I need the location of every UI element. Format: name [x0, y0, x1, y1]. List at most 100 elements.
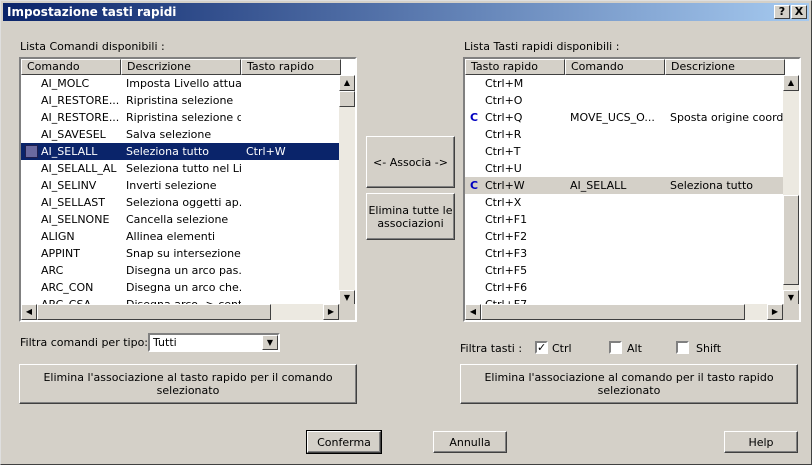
confirm-label: Conferma	[317, 435, 371, 449]
table-row[interactable]: ALIGN Allinea elementi	[21, 228, 339, 245]
cell-cmd: ARC_CON	[41, 281, 94, 294]
scroll-thumb[interactable]	[339, 91, 355, 107]
cancel-button[interactable]: Annulla	[433, 431, 507, 453]
remove-all-associations-label: Elimina tutte le associazioni	[368, 203, 453, 230]
table-row[interactable]: Ctrl+F5	[465, 262, 783, 279]
commands-vertical-scrollbar[interactable]: ▲ ▼	[339, 75, 355, 306]
shift-checkbox[interactable]	[676, 341, 689, 354]
cell-key: Ctrl+F3	[485, 247, 528, 260]
cell-key	[241, 160, 339, 177]
cell-cmd: AI_SAVESEL	[41, 128, 106, 141]
remove-shortcut-for-command-button[interactable]: Elimina l'associazione al tasto rapido p…	[19, 364, 357, 404]
filter-type-value: Tutti	[153, 336, 177, 349]
table-row[interactable]: Ctrl+F6	[465, 279, 783, 296]
table-row[interactable]: AI_SELALL Seleziona tutto Ctrl+W	[21, 143, 339, 160]
table-row[interactable]: ARC Disegna un arco pas...	[21, 262, 339, 279]
scroll-up-icon[interactable]: ▲	[783, 75, 799, 91]
cell-desc: Allinea elementi	[126, 230, 216, 243]
remove-command-for-shortcut-button[interactable]: Elimina l'associazione al comando per il…	[460, 364, 798, 404]
cell-cmd: APPINT	[41, 247, 80, 260]
table-row[interactable]: Ctrl+F3	[465, 245, 783, 262]
cell-desc: Inverti selezione	[126, 179, 217, 192]
confirm-button[interactable]: Conferma	[306, 430, 382, 454]
shift-checkbox-label: Shift	[696, 342, 722, 355]
scroll-up-icon[interactable]: ▲	[339, 75, 355, 91]
alt-checkbox[interactable]	[609, 341, 622, 354]
cell-key: Ctrl+F2	[485, 230, 528, 243]
table-row[interactable]: C Ctrl+Q MOVE_UCS_O... Sposta origine coord…	[465, 109, 783, 126]
filter-type-select[interactable]: Tutti ▼	[148, 333, 280, 352]
table-row[interactable]: C Ctrl+W AI_SELALL Seleziona tutto	[465, 177, 783, 194]
commands-horizontal-scrollbar[interactable]: ◀ ▶	[21, 304, 339, 320]
cell-desc	[665, 92, 783, 109]
cell-desc: Seleziona tutto	[670, 179, 753, 192]
close-icon[interactable]: X	[791, 5, 807, 19]
table-row[interactable]: Ctrl+U	[465, 160, 783, 177]
cell-cmd	[565, 279, 665, 296]
cell-desc	[665, 245, 783, 262]
help-button[interactable]: Help	[724, 431, 798, 453]
cell-cmd	[565, 143, 665, 160]
scroll-thumb[interactable]	[37, 304, 271, 320]
table-row[interactable]: ARC_CON Disegna un arco che...	[21, 279, 339, 296]
cell-desc	[665, 194, 783, 211]
column-header-descrizione[interactable]: Descrizione	[121, 59, 241, 75]
chevron-down-icon[interactable]: ▼	[262, 335, 278, 350]
table-row[interactable]: Ctrl+R	[465, 126, 783, 143]
table-row[interactable]: AI_SAVESEL Salva selezione	[21, 126, 339, 143]
cancel-label: Annulla	[449, 435, 491, 449]
cell-cmd	[565, 194, 665, 211]
table-row[interactable]: AI_RESTORE... Ripristina selezione	[21, 92, 339, 109]
table-row[interactable]: Ctrl+O	[465, 92, 783, 109]
remove-command-for-shortcut-label: Elimina l'associazione al comando per il…	[484, 371, 774, 397]
column-header-tasto-rapido[interactable]: Tasto rapido	[241, 59, 341, 75]
table-row[interactable]: AI_SELLAST Seleziona oggetti ap...	[21, 194, 339, 211]
cell-cmd	[565, 160, 665, 177]
column-header-tasto-rapido[interactable]: Tasto rapido	[465, 59, 565, 75]
table-row[interactable]: AI_SELALL_AL Seleziona tutto nel Li...	[21, 160, 339, 177]
ctrl-checkbox[interactable]: ✓	[535, 341, 548, 354]
cell-key	[241, 279, 339, 296]
command-icon	[25, 145, 38, 158]
commands-list-header: Comando Descrizione Tasto rapido	[21, 59, 341, 75]
commands-list[interactable]: Comando Descrizione Tasto rapido AI_MOLC…	[19, 57, 357, 322]
cell-cmd: AI_MOLC	[41, 77, 90, 90]
cell-desc	[665, 143, 783, 160]
table-row[interactable]: AI_RESTORE... Ripristina selezione d...	[21, 109, 339, 126]
shortcuts-vertical-scrollbar[interactable]: ▲ ▼	[783, 75, 799, 306]
table-row[interactable]: AI_MOLC Imposta Livello attual...	[21, 75, 339, 92]
cell-desc	[665, 126, 783, 143]
remove-all-associations-button[interactable]: Elimina tutte le associazioni	[366, 193, 455, 240]
table-row[interactable]: AI_SELINV Inverti selezione	[21, 177, 339, 194]
cell-desc	[665, 279, 783, 296]
column-header-descrizione[interactable]: Descrizione	[665, 59, 785, 75]
scroll-right-icon[interactable]: ▶	[767, 304, 783, 320]
table-row[interactable]: Ctrl+M	[465, 75, 783, 92]
cell-cmd	[565, 262, 665, 279]
scroll-left-icon[interactable]: ◀	[465, 304, 481, 320]
help-icon[interactable]: ?	[774, 5, 790, 19]
cell-cmd	[565, 92, 665, 109]
table-row[interactable]: Ctrl+X	[465, 194, 783, 211]
scroll-thumb[interactable]	[481, 304, 745, 320]
cell-key: Ctrl+W	[246, 145, 286, 158]
shortcuts-list[interactable]: Tasto rapido Comando Descrizione Ctrl+M C…	[463, 57, 801, 322]
column-header-comando[interactable]: Comando	[21, 59, 121, 75]
table-row[interactable]: AI_SELNONE Cancella selezione	[21, 211, 339, 228]
cell-key: Ctrl+T	[485, 145, 521, 158]
scroll-thumb[interactable]	[783, 195, 799, 285]
table-row[interactable]: Ctrl+F1	[465, 211, 783, 228]
cell-cmd: ALIGN	[41, 230, 75, 243]
column-header-comando[interactable]: Comando	[565, 59, 665, 75]
cell-cmd	[565, 126, 665, 143]
scroll-left-icon[interactable]: ◀	[21, 304, 37, 320]
cell-desc: Cancella selezione	[126, 213, 229, 226]
associate-button[interactable]: <- Associa ->	[366, 136, 455, 188]
cell-key: Ctrl+F6	[485, 281, 528, 294]
table-row[interactable]: APPINT Snap su intersezione...	[21, 245, 339, 262]
table-row[interactable]: Ctrl+T	[465, 143, 783, 160]
scroll-right-icon[interactable]: ▶	[323, 304, 339, 320]
shortcuts-horizontal-scrollbar[interactable]: ◀ ▶	[465, 304, 783, 320]
table-row[interactable]: Ctrl+F2	[465, 228, 783, 245]
cell-desc: Seleziona tutto	[126, 145, 209, 158]
